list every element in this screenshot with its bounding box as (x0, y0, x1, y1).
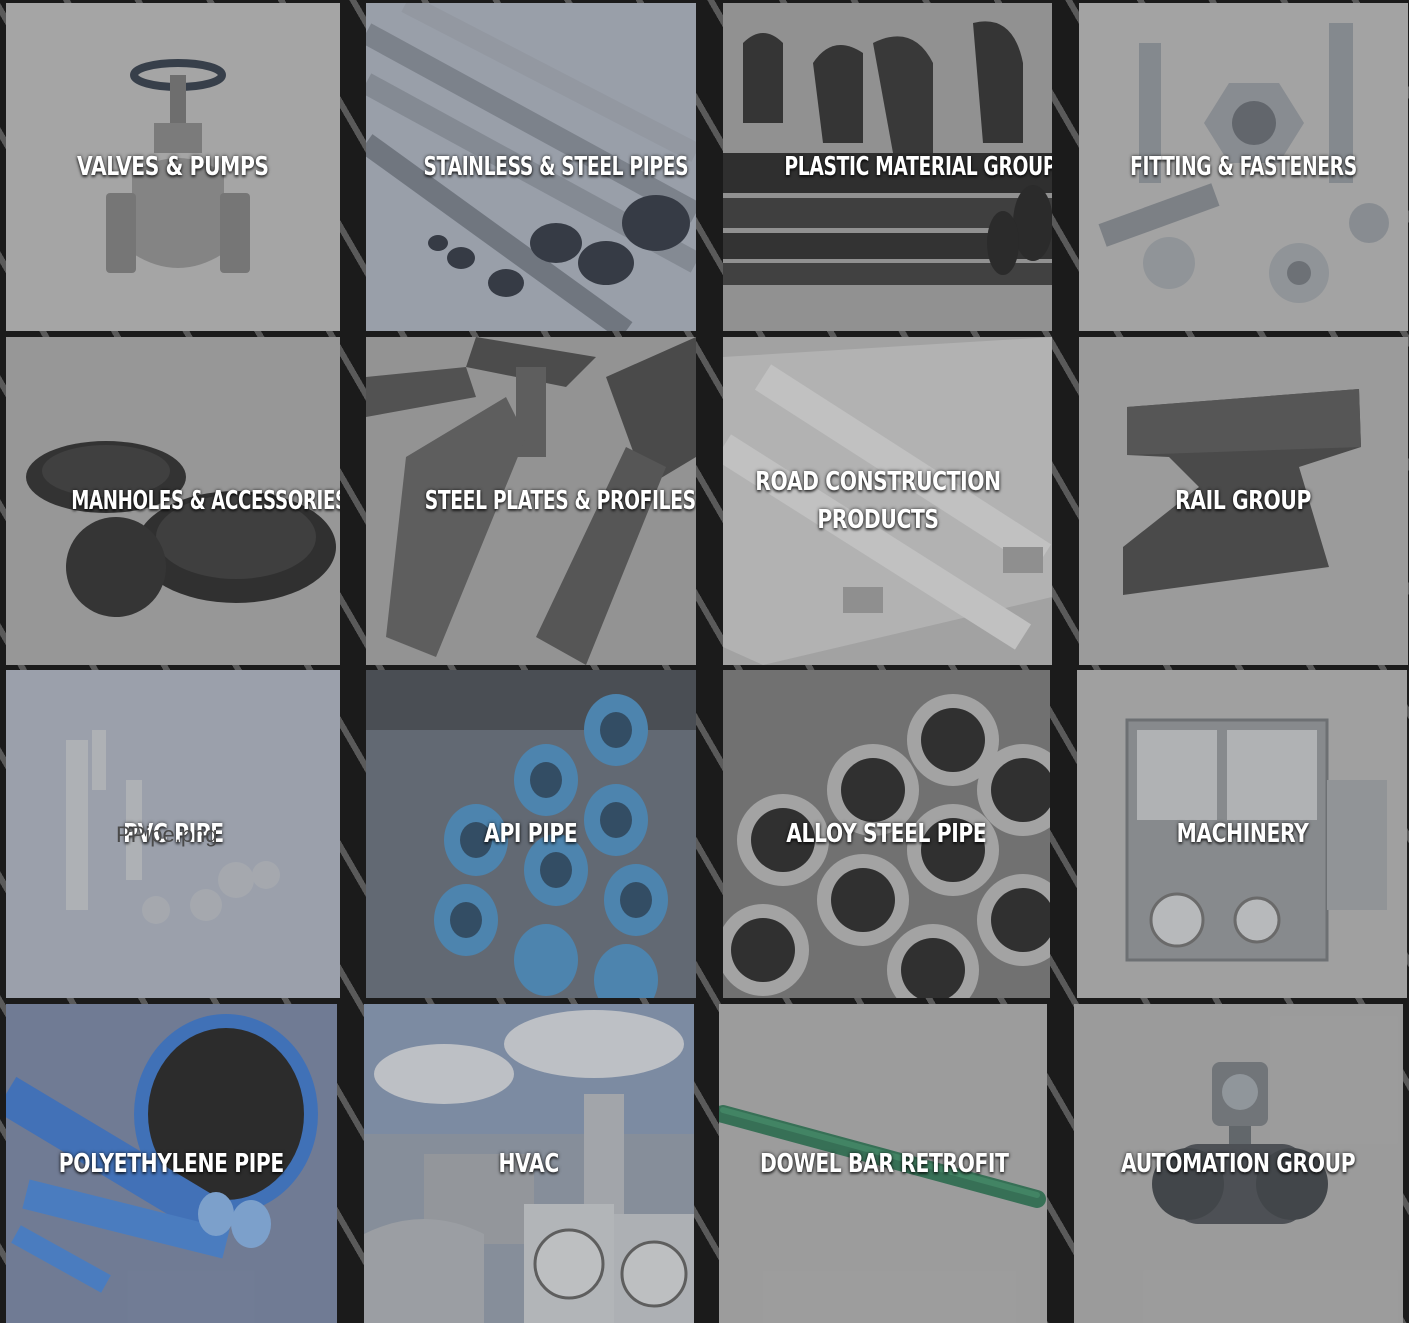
tile-label: MACHINERY (1176, 819, 1308, 849)
tile-label: STAINLESS & STEEL PIPES (423, 152, 689, 182)
tile-machinery[interactable]: MACHINERY (1077, 670, 1407, 998)
tile-plastic-material-groups[interactable]: PLASTIC MATERIAL GROUPS (723, 3, 1052, 331)
tile-api-pipe[interactable]: API PIPE (366, 670, 696, 998)
tile-hvac[interactable]: HVAC (364, 1004, 694, 1323)
tile-rail-group[interactable]: RAIL GROUP (1079, 337, 1408, 665)
tile-stainless-steel-pipes[interactable]: STAINLESS & STEEL PIPES (366, 3, 696, 331)
tile-valves-pumps[interactable]: VALVES & PUMPS (6, 3, 340, 331)
tile-automation-group[interactable]: AUTOMATION GROUP (1074, 1004, 1403, 1323)
tile-polyethylene-pipe[interactable]: POLYETHYLENE PIPE (6, 1004, 337, 1323)
tile-fitting-fasteners[interactable]: FITTING & FASTENERS (1079, 3, 1408, 331)
tile-label: HVAC (498, 1148, 560, 1179)
tile-label: AUTOMATION GROUP (1121, 1148, 1356, 1179)
tile-label: MANHOLES & ACCESSORIES (71, 486, 340, 516)
tile-label: RAIL GROUP (1175, 486, 1312, 516)
tile-label: DOWEL BAR RETROFIT (760, 1148, 1009, 1179)
tile-label: PLASTIC MATERIAL GROUPS (784, 152, 1052, 182)
tile-label: FITTING & FASTENERS (1130, 152, 1357, 182)
tile-label: POLYETHYLENE PIPE (58, 1148, 285, 1179)
tile-manholes-accessories[interactable]: MANHOLES & ACCESSORIES (6, 337, 340, 665)
tile-label: ROAD CONSTRUCTION PRODUCTS (755, 467, 1001, 535)
tile-label: STEEL PLATES & PROFILES (424, 486, 696, 516)
tile-label: VALVES & PUMPS (77, 152, 269, 182)
tile-dowel-bar-retrofit[interactable]: DOWEL BAR RETROFIT (719, 1004, 1047, 1323)
tile-label: ALLOY STEEL PIPE (786, 819, 987, 849)
tile-steel-plates-profiles[interactable]: STEEL PLATES & PROFILES (366, 337, 696, 665)
product-category-grid: VALVES & PUMPS STAINLESS & STEEL PIPES P… (0, 0, 1409, 1323)
tile-alloy-steel-pipe[interactable]: ALLOY STEEL PIPE (723, 670, 1050, 998)
tile-label: API PIPE (484, 819, 578, 849)
tile-road-construction-products[interactable]: ROAD CONSTRUCTION PRODUCTS (723, 337, 1052, 665)
broken-image-alt-text: PPipe.png (116, 822, 218, 847)
